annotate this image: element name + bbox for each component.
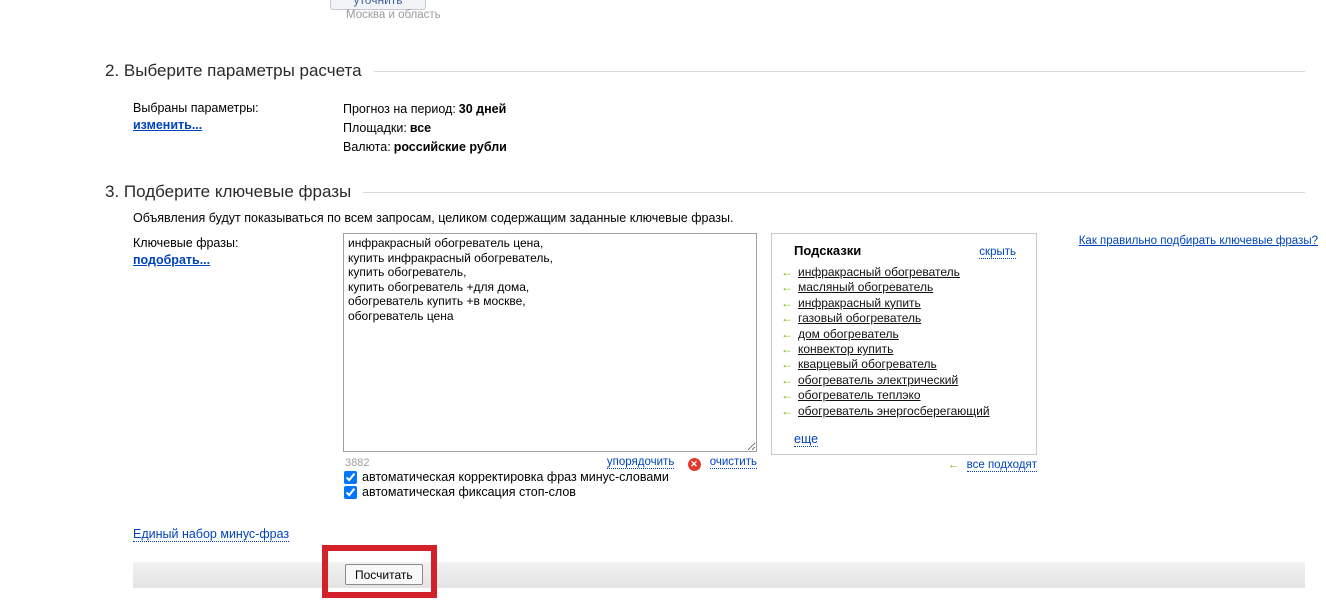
hint-item: ← обогреватель электрический (781, 373, 1036, 388)
left-arrow-icon: ← (781, 342, 793, 356)
hint-phrase-link[interactable]: кварцевый обогреватель (798, 357, 937, 371)
hint-phrase-link[interactable]: обогреватель теплэко (798, 388, 921, 402)
left-arrow-icon: ← (781, 404, 793, 418)
param-row-platforms: Площадки:все (343, 119, 507, 138)
hint-item: ← конвектор купить (781, 342, 1036, 357)
param-label: Валюта: (343, 140, 391, 154)
hints-panel: Подсказки скрыть ← инфракрасный обогреват… (771, 233, 1037, 455)
section-divider (374, 71, 1305, 72)
stopwords-option[interactable]: автоматическая фиксация стоп-слов (344, 485, 669, 499)
hide-hints-link[interactable]: скрыть (979, 246, 1016, 259)
left-arrow-icon: ← (781, 388, 793, 402)
param-label: Площадки: (343, 121, 407, 135)
hint-item: ← обогреватель энергосберегающий (781, 404, 1036, 419)
minus-phrases-link[interactable]: Единый набор минус-фраз (133, 527, 289, 542)
change-params-link[interactable]: изменить... (133, 118, 202, 132)
pick-keywords-link[interactable]: подобрать... (133, 253, 210, 267)
section2-title: 2. Выберите параметры расчета (105, 61, 362, 81)
budget-forecast-page: уточнить Москва и область 2. Выберите па… (0, 0, 1326, 601)
param-value: все (410, 121, 431, 135)
hint-phrase-link[interactable]: газовый обогреватель (798, 311, 921, 325)
keywords-textarea[interactable]: инфракрасный обогреватель цена, купить и… (343, 233, 757, 452)
autocorrect-label: автоматическая корректировка фраз минус-… (362, 470, 669, 484)
sort-phrases-link[interactable]: упорядочить (607, 456, 674, 469)
selected-region-label: Москва и область (346, 9, 441, 21)
hint-item: ← инфракрасный купить (781, 296, 1036, 311)
hint-phrase-link[interactable]: обогреватель энергосберегающий (798, 404, 990, 418)
section3-description: Объявления будут показываться по всем за… (133, 211, 733, 225)
hint-phrase-link[interactable]: инфракрасный купить (798, 296, 921, 310)
hint-phrase-link[interactable]: обогреватель электрический (798, 373, 958, 387)
hint-item: ← инфракрасный обогреватель (781, 265, 1036, 280)
section3-header: 3. Подберите ключевые фразы (105, 182, 1305, 202)
all-fit-row: ← все подходят (771, 459, 1037, 471)
left-arrow-icon: ← (781, 296, 793, 310)
left-arrow-icon: ← (781, 327, 793, 341)
section2-header: 2. Выберите параметры расчета (105, 61, 1305, 81)
hint-phrase-link[interactable]: дом обогреватель (798, 327, 899, 341)
footer-bar (133, 562, 1305, 588)
hint-phrase-link[interactable]: конвектор купить (798, 342, 893, 356)
hint-item: ← обогреватель теплэко (781, 388, 1036, 403)
left-arrow-icon: ← (781, 265, 793, 279)
stopwords-checkbox[interactable] (344, 486, 357, 499)
param-value: 30 дней (459, 102, 507, 116)
keywords-help-link[interactable]: Как правильно подбирать ключевые фразы? (1079, 235, 1318, 247)
autocorrect-checkbox[interactable] (344, 471, 357, 484)
hint-item: ← газовый обогреватель (781, 311, 1036, 326)
autocorrect-option[interactable]: автоматическая корректировка фраз минус-… (344, 470, 669, 484)
left-arrow-icon: ← (781, 357, 793, 371)
param-value: российские рубли (394, 140, 507, 154)
chosen-params-label: Выбраны параметры: (133, 100, 259, 117)
hint-phrase-link[interactable]: масляный обогреватель (798, 280, 933, 294)
options-checkboxes: автоматическая корректировка фраз минус-… (344, 470, 669, 500)
more-hints-link[interactable]: еще (794, 432, 818, 447)
section3-title: 3. Подберите ключевые фразы (105, 182, 351, 202)
textarea-actions: упорядочить ✕ очистить (343, 456, 757, 471)
hint-item: ← масляный обогреватель (781, 280, 1036, 295)
hints-list: ← инфракрасный обогреватель ← масляный обог… (772, 265, 1036, 419)
hint-phrase-link[interactable]: инфракрасный обогреватель (798, 265, 960, 279)
hints-header: Подсказки скрыть (772, 234, 1036, 265)
clear-phrases-link[interactable]: очистить (710, 456, 757, 469)
section-divider (363, 192, 1305, 193)
params-values-block: Прогноз на период:30 дней Площадки:все В… (343, 100, 507, 157)
left-arrow-icon: ← (781, 280, 793, 294)
param-label: Прогноз на период: (343, 102, 456, 116)
clear-x-icon[interactable]: ✕ (688, 458, 701, 471)
keywords-label-block: Ключевые фразы: подобрать... (133, 235, 238, 269)
chosen-params-block: Выбраны параметры: изменить... (133, 100, 259, 134)
hint-item: ← кварцевый обогреватель (781, 357, 1036, 372)
hints-title: Подсказки (794, 243, 861, 258)
left-arrow-icon: ← (781, 373, 793, 387)
calculate-button[interactable]: Посчитать (345, 564, 423, 585)
stopwords-label: автоматическая фиксация стоп-слов (362, 485, 576, 499)
left-arrow-icon: ← (781, 311, 793, 325)
param-row-period: Прогноз на период:30 дней (343, 100, 507, 119)
left-arrow-icon: ← (948, 459, 960, 471)
keywords-label: Ключевые фразы: (133, 235, 238, 252)
all-fit-link[interactable]: все подходят (967, 459, 1037, 472)
param-row-currency: Валюта:российские рубли (343, 138, 507, 157)
hint-item: ← дом обогреватель (781, 327, 1036, 342)
